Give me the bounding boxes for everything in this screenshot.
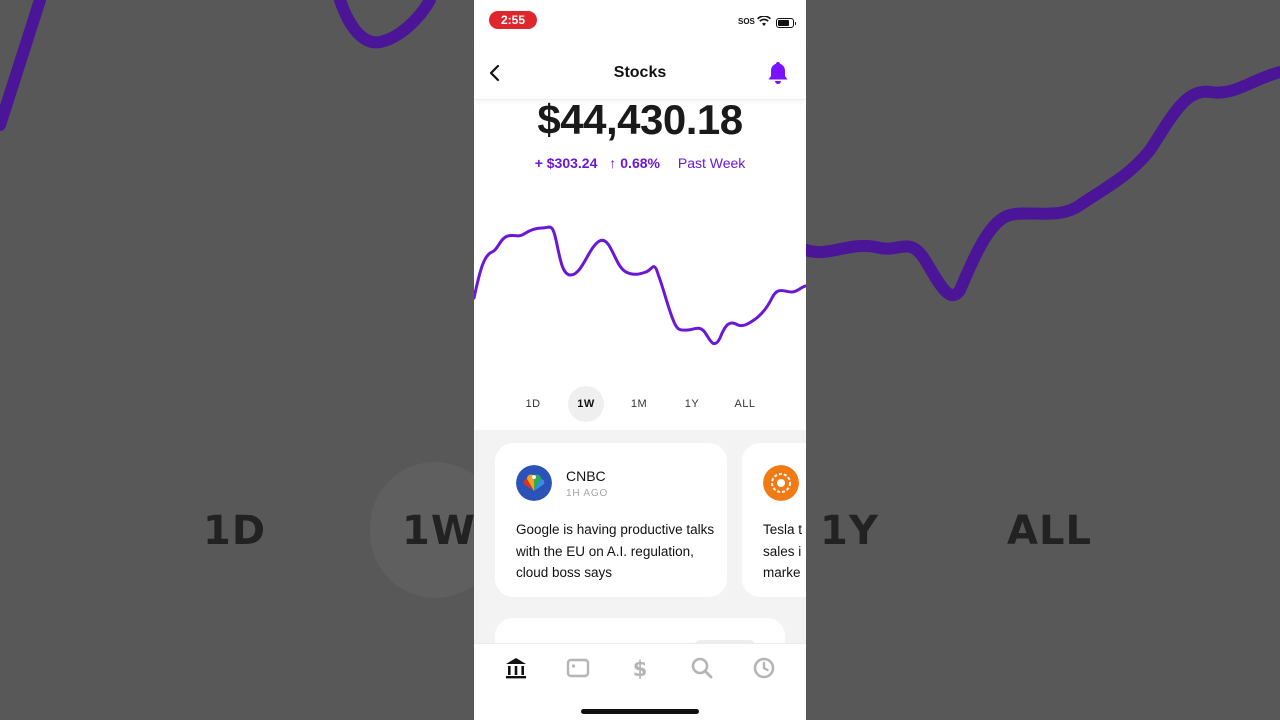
news-card[interactable]: CNBC 1H AGO Google is having productive …	[495, 443, 727, 597]
wifi-icon	[757, 16, 771, 26]
news-card[interactable]: Tesla t sales i marke	[742, 443, 806, 597]
background-label-1d: 1D	[203, 508, 267, 554]
range-all-button[interactable]: ALL	[727, 386, 763, 422]
card-icon[interactable]	[565, 655, 591, 681]
screen: 1D 1W 1Y ALL 2:55 SOS Stocks $44,430.18 …	[0, 0, 1280, 720]
arrow-up-icon: ↑	[609, 155, 617, 171]
news-source: CNBC	[566, 468, 606, 484]
range-selector: 1D 1W 1M 1Y ALL	[474, 386, 806, 422]
range-1y-button[interactable]: 1Y	[674, 386, 710, 422]
battery-icon	[776, 18, 796, 28]
svg-text:$: $	[633, 657, 648, 681]
phone-screen: 2:55 SOS Stocks $44,430.18 + $303.24 ↑ 0.…	[474, 0, 806, 720]
change-period: Past Week	[677, 155, 746, 171]
change-percent: 0.68%	[620, 155, 660, 171]
news-time: 1H AGO	[566, 488, 609, 499]
portfolio-balance: $44,430.18	[537, 96, 743, 143]
range-1m-button[interactable]: 1M	[621, 386, 657, 422]
news-headline: Google is having productive talks with t…	[516, 522, 715, 580]
news-carousel: CNBC 1H AGO Google is having productive …	[474, 430, 806, 644]
background-label-1w: 1W	[402, 508, 476, 554]
range-1d-button[interactable]: 1D	[515, 386, 551, 422]
clock-icon[interactable]	[751, 655, 777, 681]
change-row: + $303.24 ↑ 0.68% Past Week	[474, 155, 806, 171]
dollar-icon[interactable]: $	[627, 655, 653, 681]
bell-icon[interactable]	[764, 59, 792, 87]
news-headline: Tesla t sales i marke	[763, 522, 803, 580]
change-amount: + $303.24	[534, 155, 598, 171]
tab-bar: $	[474, 643, 806, 720]
price-chart[interactable]	[474, 200, 806, 370]
nav-bar: Stocks	[474, 48, 806, 100]
home-icon[interactable]	[503, 655, 529, 681]
status-bar: 2:55 SOS	[474, 0, 806, 44]
price-line	[474, 225, 806, 346]
status-time: 2:55	[489, 11, 537, 29]
page-title: Stocks	[613, 64, 667, 81]
home-indicator	[581, 709, 699, 714]
source-logo-icon	[763, 465, 799, 501]
background-label-1y: 1Y	[820, 508, 879, 554]
sos-indicator: SOS	[738, 17, 755, 26]
range-1w-button[interactable]: 1W	[568, 386, 604, 422]
search-icon[interactable]	[689, 655, 715, 681]
background-label-all: ALL	[1007, 508, 1092, 554]
cnbc-logo-icon	[516, 465, 552, 501]
